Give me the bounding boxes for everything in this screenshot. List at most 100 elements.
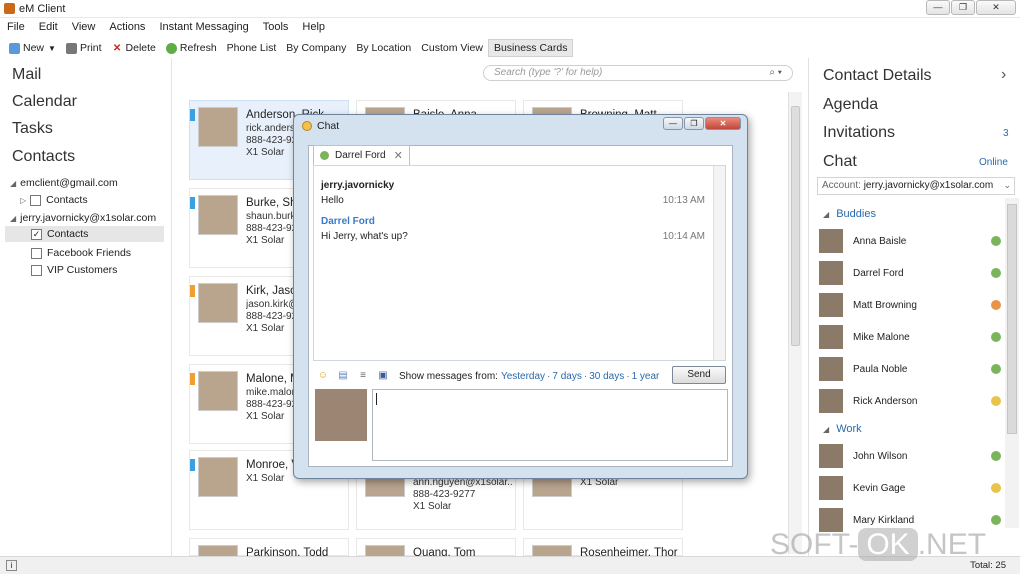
nav-tasks[interactable]: Tasks	[12, 120, 53, 138]
group-buddies[interactable]: ◢ Buddies	[823, 208, 876, 220]
collapse-arrow-icon[interactable]: ◢	[823, 210, 829, 219]
chat-minimize-button[interactable]: —	[663, 117, 683, 130]
buddy-anna-baisle[interactable]: Anna Baisle	[819, 226, 1005, 256]
range-yesterday-link[interactable]: Yesterday	[501, 371, 545, 382]
view-custom[interactable]: Custom View	[416, 39, 488, 57]
contact-card-parkinson[interactable]: Parkinson, Todd	[189, 538, 349, 574]
nav-mail[interactable]: Mail	[12, 66, 41, 84]
account-select[interactable]: Account: jerry.javornicky@x1solar.com ⌄	[817, 177, 1015, 195]
message-sender: jerry.javornicky	[321, 180, 395, 191]
maximize-button[interactable]: ❐	[951, 0, 975, 15]
chevron-down-icon[interactable]: ⌄	[1003, 180, 1011, 191]
collapse-arrow-icon[interactable]: ◢	[10, 179, 16, 188]
refresh-button[interactable]: Refresh	[161, 39, 222, 57]
folder-contacts-x1solar[interactable]: ✓ Contacts	[5, 226, 164, 242]
buddy-list-scrollbar[interactable]	[1005, 198, 1019, 528]
folder-checkbox[interactable]	[31, 247, 42, 259]
menu-help[interactable]: Help	[295, 18, 332, 38]
cards-scrollbar[interactable]	[788, 92, 802, 554]
scrollbar-thumb[interactable]	[791, 106, 800, 346]
text-caret	[376, 393, 377, 405]
account-select-label: Account:	[822, 180, 861, 191]
buddy-darrel-ford[interactable]: Darrel Ford	[819, 258, 1005, 288]
message-scrollbar[interactable]	[713, 166, 725, 360]
expand-arrow-icon[interactable]: ▷	[20, 196, 26, 205]
minimize-button[interactable]: —	[926, 0, 950, 15]
menu-actions[interactable]: Actions	[102, 18, 152, 38]
folder-facebook-friends[interactable]: Facebook Friends	[31, 247, 131, 259]
menu-edit[interactable]: Edit	[32, 18, 65, 38]
chevron-right-icon[interactable]: ›	[1001, 66, 1006, 84]
navigation-pane: Mail Calendar Tasks Contacts ◢ emclient@…	[0, 58, 172, 556]
print-button[interactable]: Print	[61, 39, 107, 57]
contact-details-header[interactable]: Contact Details	[823, 67, 932, 85]
nav-calendar[interactable]: Calendar	[12, 93, 77, 111]
status-dot-icon	[991, 268, 1001, 278]
view-by-location[interactable]: By Location	[351, 39, 416, 57]
collapse-arrow-icon[interactable]: ◢	[10, 214, 16, 223]
info-icon[interactable]: i	[6, 560, 17, 571]
menu-bar: File Edit View Actions Instant Messaging…	[0, 18, 1020, 38]
message-sender: Darrel Ford	[321, 216, 375, 227]
folder-label: VIP Customers	[47, 264, 118, 276]
chat-tab-darrel-ford[interactable]: Darrel Ford ✕	[313, 145, 410, 165]
chat-title-bar[interactable]: Chat	[302, 120, 339, 132]
status-dot-icon	[991, 515, 1001, 525]
group-work[interactable]: ◢ Work	[823, 423, 862, 435]
menu-instant-messaging[interactable]: Instant Messaging	[152, 18, 255, 38]
contact-card-rosenheimer[interactable]: Rosenheimer, Thor	[523, 538, 683, 574]
delete-button[interactable]: ✕ Delete	[107, 39, 161, 57]
send-button[interactable]: Send	[672, 366, 726, 384]
view-phone-list[interactable]: Phone List	[222, 39, 282, 57]
menu-file[interactable]: File	[0, 18, 32, 38]
nav-contacts[interactable]: Contacts	[12, 148, 75, 166]
contact-card-icon[interactable]: ▤	[337, 370, 349, 382]
scrollbar-thumb[interactable]	[1007, 204, 1017, 434]
avatar	[819, 389, 843, 413]
chat-close-button[interactable]: ✕	[705, 117, 741, 130]
new-button[interactable]: New ▼	[4, 39, 61, 57]
folder-checkbox[interactable]: ✓	[31, 228, 42, 240]
contact-photo	[198, 107, 238, 147]
range-7-days-link[interactable]: 7 days	[552, 371, 581, 382]
buddy-name: Mike Malone	[853, 331, 910, 343]
chat-status[interactable]: Online	[979, 157, 1008, 168]
buddy-matt-browning[interactable]: Matt Browning	[819, 290, 1005, 320]
chat-header[interactable]: Chat	[823, 153, 857, 171]
range-1-year-link[interactable]: 1 year	[632, 371, 660, 382]
emoticon-icon[interactable]: ☺	[317, 370, 329, 382]
range-30-days-link[interactable]: 30 days	[589, 371, 624, 382]
invitations-header[interactable]: Invitations	[823, 124, 895, 142]
menu-tools[interactable]: Tools	[256, 18, 296, 38]
message-input[interactable]	[372, 389, 728, 461]
folder-checkbox[interactable]	[31, 264, 42, 276]
account-label: emclient@gmail.com	[20, 177, 118, 189]
account-x1solar[interactable]: ◢ jerry.javornicky@x1solar.com	[10, 212, 156, 224]
save-icon[interactable]: ▣	[377, 370, 389, 382]
history-list-icon[interactable]: ≡	[357, 370, 369, 382]
contact-photo	[198, 283, 238, 323]
agenda-header[interactable]: Agenda	[823, 96, 878, 114]
buddy-rick-anderson[interactable]: Rick Anderson	[819, 386, 1005, 416]
buddy-paula-noble[interactable]: Paula Noble	[819, 354, 1005, 384]
contact-card-quang[interactable]: Quang, Tom	[356, 538, 516, 574]
close-button[interactable]: ✕	[976, 0, 1016, 15]
close-tab-icon[interactable]: ✕	[394, 149, 403, 162]
folder-vip-customers[interactable]: VIP Customers	[31, 264, 117, 276]
search-input[interactable]: Search (type '?' for help) ⌕ ▾	[483, 65, 793, 81]
view-by-company[interactable]: By Company	[281, 39, 351, 57]
chat-maximize-button[interactable]: ❐	[684, 117, 704, 130]
message-time: 10:14 AM	[662, 231, 705, 242]
collapse-arrow-icon[interactable]: ◢	[823, 425, 829, 434]
folder-checkbox[interactable]	[30, 194, 42, 206]
menu-view[interactable]: View	[65, 18, 103, 38]
buddy-john-wilson[interactable]: John Wilson	[819, 441, 1005, 471]
chat-bubble-icon	[302, 121, 312, 131]
buddy-mike-malone[interactable]: Mike Malone	[819, 322, 1005, 352]
buddy-kevin-gage[interactable]: Kevin Gage	[819, 473, 1005, 503]
view-business-cards[interactable]: Business Cards	[487, 39, 574, 57]
avatar	[819, 325, 843, 349]
search-icon[interactable]: ⌕ ▾	[769, 67, 782, 78]
account-emclient[interactable]: ◢ emclient@gmail.com	[10, 177, 118, 189]
folder-contacts-gmail[interactable]: ▷ Contacts	[20, 194, 88, 206]
